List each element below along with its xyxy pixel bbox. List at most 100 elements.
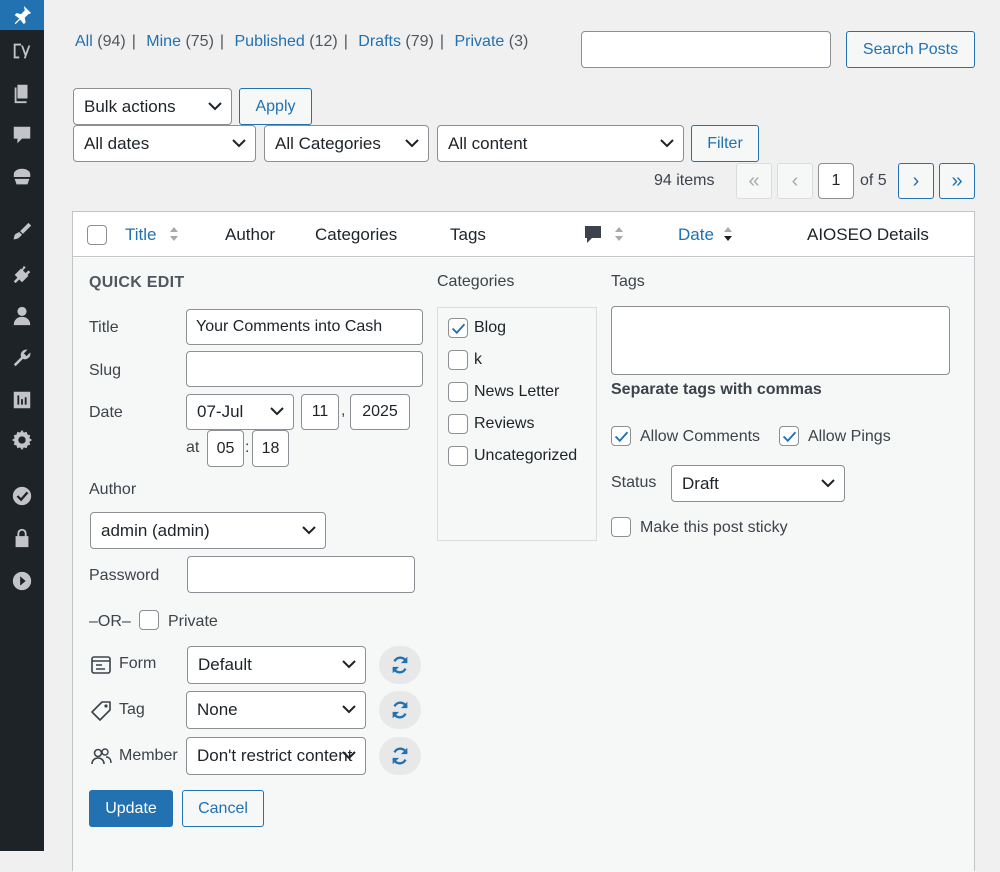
month-select[interactable]: 07-Jul: [186, 394, 294, 430]
date-column-header[interactable]: Date: [678, 225, 714, 245]
category-checkbox[interactable]: [448, 446, 468, 466]
gear-icon[interactable]: [9, 427, 35, 453]
category-label: Reviews: [474, 415, 535, 432]
category-label: News Letter: [474, 383, 560, 400]
plugins-icon[interactable]: [9, 261, 35, 287]
search-input[interactable]: [581, 31, 831, 68]
sticky-label: Make this post sticky: [640, 519, 788, 536]
chevron-down-icon: [342, 660, 356, 669]
comments-column-icon[interactable]: [584, 225, 602, 245]
slug-input[interactable]: [186, 351, 423, 387]
settings-icon[interactable]: [9, 387, 35, 413]
yoast-icon[interactable]: [9, 38, 35, 64]
filter-drafts-link[interactable]: Drafts (79): [358, 33, 434, 50]
chevron-down-icon: [821, 478, 835, 488]
category-checkbox[interactable]: [448, 350, 468, 370]
title-input[interactable]: Your Comments into Cash: [186, 309, 423, 345]
time-colon: :: [245, 439, 250, 456]
category-item-reviews[interactable]: Reviews: [448, 413, 534, 435]
member-icon: [90, 745, 112, 767]
allow-pings-label: Allow Pings: [808, 428, 891, 445]
password-label: Password: [89, 567, 160, 584]
tag-select[interactable]: None: [186, 691, 366, 729]
pin-icon[interactable]: [0, 0, 44, 30]
password-input[interactable]: [187, 556, 415, 593]
author-label: Author: [89, 481, 137, 498]
category-item-uncategorized[interactable]: Uncategorized: [448, 445, 577, 467]
sort-desc-icon[interactable]: [723, 225, 733, 243]
first-page-button[interactable]: «: [736, 163, 772, 199]
total-pages-label: of 5: [860, 172, 887, 189]
prev-page-button[interactable]: ‹: [777, 163, 813, 199]
category-label: k: [474, 351, 482, 368]
sort-arrows-icon[interactable]: [614, 225, 624, 243]
cancel-button[interactable]: Cancel: [182, 790, 264, 827]
apply-button[interactable]: Apply: [239, 88, 312, 125]
hour-input[interactable]: 05: [207, 430, 244, 467]
slug-label: Slug: [89, 362, 122, 379]
video-icon[interactable]: [9, 568, 35, 594]
current-page-input[interactable]: 1: [818, 163, 854, 199]
form-select[interactable]: Default: [187, 646, 366, 684]
all-content-select[interactable]: All content: [437, 125, 684, 162]
sort-arrows-icon[interactable]: [169, 225, 179, 243]
update-button[interactable]: Update: [89, 790, 173, 827]
select-all-checkbox[interactable]: [87, 225, 107, 245]
chevron-down-icon: [232, 138, 246, 148]
chevron-down-icon: [660, 138, 674, 148]
bulk-actions-select[interactable]: Bulk actions: [73, 88, 232, 125]
allow-comments-label: Allow Comments: [640, 428, 761, 445]
users-icon[interactable]: [9, 303, 35, 329]
category-checkbox[interactable]: [448, 382, 468, 402]
status-select[interactable]: Draft: [671, 465, 845, 502]
categories-heading: Categories: [437, 273, 515, 290]
search-posts-button[interactable]: Search Posts: [846, 31, 975, 68]
all-dates-select[interactable]: All dates: [73, 125, 256, 162]
status-label: Status: [611, 474, 657, 491]
allow-comments-checkbox[interactable]: [611, 426, 631, 446]
member-select[interactable]: Don't restrict content: [186, 737, 366, 775]
pages-icon[interactable]: [9, 80, 35, 106]
title-label: Title: [89, 319, 119, 336]
checkmark-icon: [451, 323, 466, 335]
form-refresh-button[interactable]: [379, 646, 421, 684]
private-label: Private: [168, 613, 218, 630]
tag-icon: [90, 700, 112, 722]
day-input[interactable]: 11: [301, 394, 339, 430]
last-page-button[interactable]: »: [939, 163, 975, 199]
title-column-header[interactable]: Title: [125, 225, 157, 245]
year-input[interactable]: 2025: [350, 394, 410, 430]
lock-icon[interactable]: [9, 525, 35, 551]
astra-icon[interactable]: [9, 164, 35, 190]
sticky-checkbox[interactable]: [611, 517, 631, 537]
next-page-button[interactable]: ›: [898, 163, 934, 199]
member-refresh-button[interactable]: [379, 737, 421, 775]
tags-textarea[interactable]: [611, 306, 950, 375]
refresh-icon: [392, 701, 408, 719]
category-item-blog[interactable]: Blog: [448, 317, 506, 339]
tools-icon[interactable]: [9, 345, 35, 371]
comments-icon[interactable]: [9, 122, 35, 148]
tags-hint: Separate tags with commas: [611, 381, 822, 398]
wordfence-icon[interactable]: [9, 483, 35, 509]
posts-table: Title Author Categories Tags Date AIOSEO…: [72, 211, 975, 872]
aioseo-column-header: AIOSEO Details: [807, 225, 929, 244]
categories-checklist: Blog k News Letter Reviews Uncategorized: [437, 307, 597, 541]
filter-mine-link[interactable]: Mine (75): [146, 33, 214, 50]
minute-input[interactable]: 18: [252, 430, 289, 467]
filter-private-link[interactable]: Private (3): [454, 33, 528, 50]
tag-refresh-button[interactable]: [379, 691, 421, 729]
allow-pings-checkbox[interactable]: [779, 426, 799, 446]
filter-all-link[interactable]: All (94): [75, 33, 126, 50]
all-categories-select[interactable]: All Categories: [264, 125, 429, 162]
category-item-k[interactable]: k: [448, 349, 482, 371]
category-checkbox[interactable]: [448, 318, 468, 338]
category-checkbox[interactable]: [448, 414, 468, 434]
category-item-news-letter[interactable]: News Letter: [448, 381, 559, 403]
post-status-filters: All (94) | Mine (75) | Published (12) | Dra…: [75, 33, 529, 50]
filter-button[interactable]: Filter: [691, 125, 759, 162]
filter-published-link[interactable]: Published (12): [235, 33, 338, 50]
appearance-icon[interactable]: [9, 219, 35, 245]
private-checkbox[interactable]: [139, 610, 159, 630]
author-select[interactable]: admin (admin): [90, 512, 326, 549]
